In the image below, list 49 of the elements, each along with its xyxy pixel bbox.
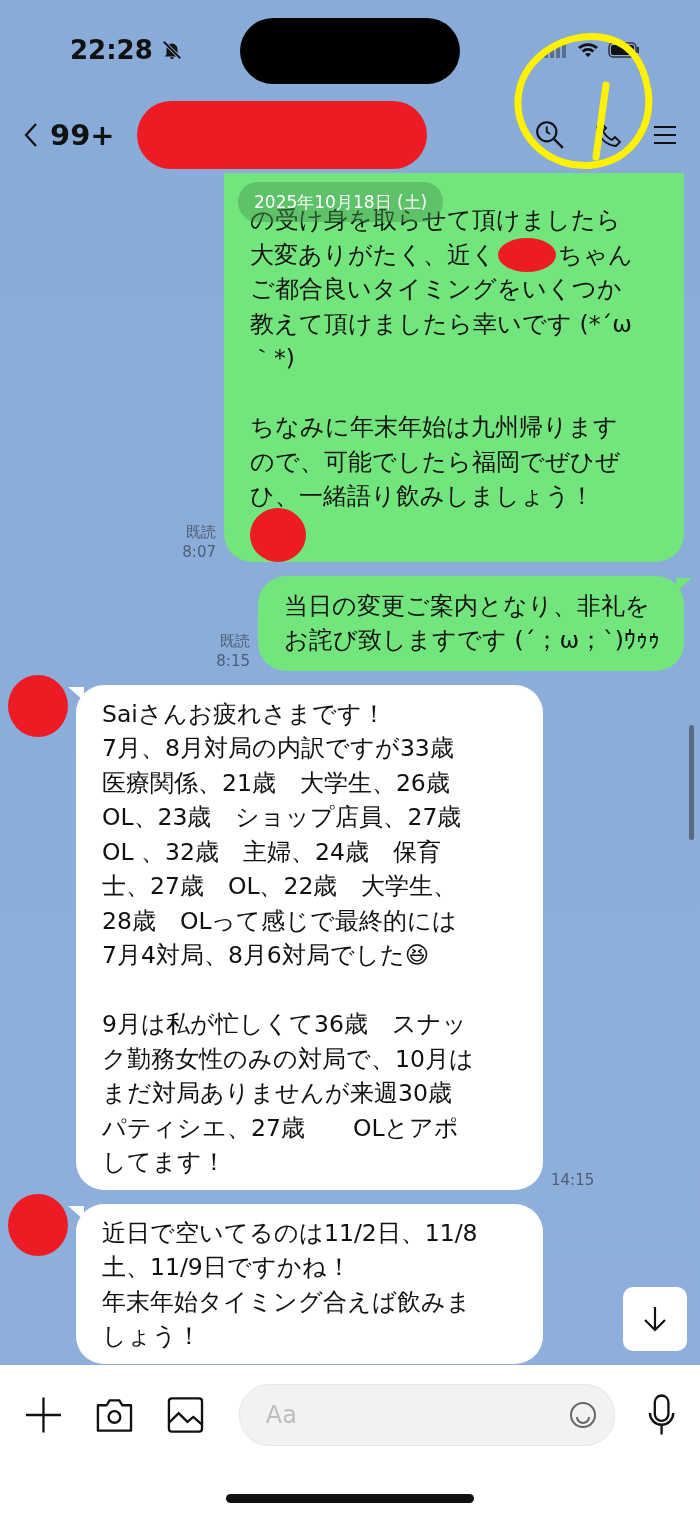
microphone-icon[interactable] — [646, 1393, 676, 1437]
image-icon[interactable] — [165, 1395, 205, 1435]
unread-count: 99+ — [50, 118, 115, 152]
message-text: 7月、8月対局の内訳ですが33歳 — [102, 733, 454, 764]
message-text: 7月4対局、8月6対局でした😆 — [102, 940, 430, 971]
back-button[interactable]: 99+ — [24, 118, 115, 152]
redaction-mark — [498, 237, 556, 272]
back-icon — [24, 122, 38, 148]
message-text: 当日の変更ご案内となり、非礼を — [284, 590, 650, 622]
message-text: 医療関係、21歳 大学生、26歳 — [102, 767, 450, 799]
wifi-icon — [576, 41, 600, 59]
message-text: してます！ — [102, 1147, 226, 1178]
message-text: ご都合良いタイミングをいくつか — [250, 274, 622, 305]
message-text: ク勤務女性のみの対局で、10月は — [102, 1043, 474, 1075]
message-text: 28歳 OLって感じで最終的には — [102, 905, 458, 937]
redaction-mark — [250, 507, 306, 562]
message-text: ｀*) — [250, 343, 295, 374]
scroll-down-button[interactable] — [623, 1287, 687, 1351]
muted-bell-icon — [160, 39, 183, 61]
message-text: パティシエ、27歳 OLとアポ — [102, 1112, 460, 1144]
message-text: 近日で空いてるのは11/2日、11/8 — [102, 1217, 478, 1249]
menu-icon[interactable] — [652, 124, 678, 146]
message-text: ちゃん — [558, 239, 633, 271]
message-text: しょう！ — [102, 1321, 201, 1352]
message-text: Saiさんお疲れさまです！ — [102, 698, 386, 730]
message-time: 8:07 — [182, 541, 216, 562]
message-text: OL、23歳 ショップ店員、27歳 — [102, 802, 462, 833]
message-text: OL 、32歳 主婦、24歳 保育 — [102, 836, 441, 868]
status-time: 22:28 — [70, 35, 153, 65]
read-receipt: 既読 — [220, 630, 250, 651]
plus-icon[interactable] — [24, 1395, 63, 1435]
search-icon[interactable] — [534, 119, 566, 151]
message-text: ひ、一緒語り飲みしましょう！ — [250, 481, 594, 512]
smiley-icon[interactable] — [567, 1400, 598, 1430]
message-text: 士、27歳 OL、22歳 大学生、 — [102, 871, 458, 902]
message-text: 大変ありがたく、近く — [250, 239, 496, 271]
message-text: 年末年始タイミング合えば飲みま — [102, 1286, 471, 1318]
battery-icon — [608, 42, 640, 58]
message-text: ちなみに年末年始は九州帰ります — [250, 412, 618, 443]
message-text: 教えて頂けましたら幸いです (*´ω — [250, 308, 632, 340]
message-text: 9月は私が忙しくて36歳 スナッ — [102, 1009, 467, 1040]
read-receipt: 既読 — [186, 521, 216, 542]
message-time: 8:15 — [216, 650, 250, 671]
message-text: ので、可能でしたら福岡でぜひぜ — [250, 446, 620, 478]
message-time: 14:15 — [551, 1169, 595, 1190]
message-text: お詫び致しますです (´；ω；`)ｳｩｩ — [284, 625, 660, 656]
message-text: 土、11/9日ですかね！ — [102, 1252, 351, 1283]
signal-icon — [544, 42, 568, 58]
message-text: まだ対局ありませんが来週30歳 — [102, 1078, 452, 1109]
